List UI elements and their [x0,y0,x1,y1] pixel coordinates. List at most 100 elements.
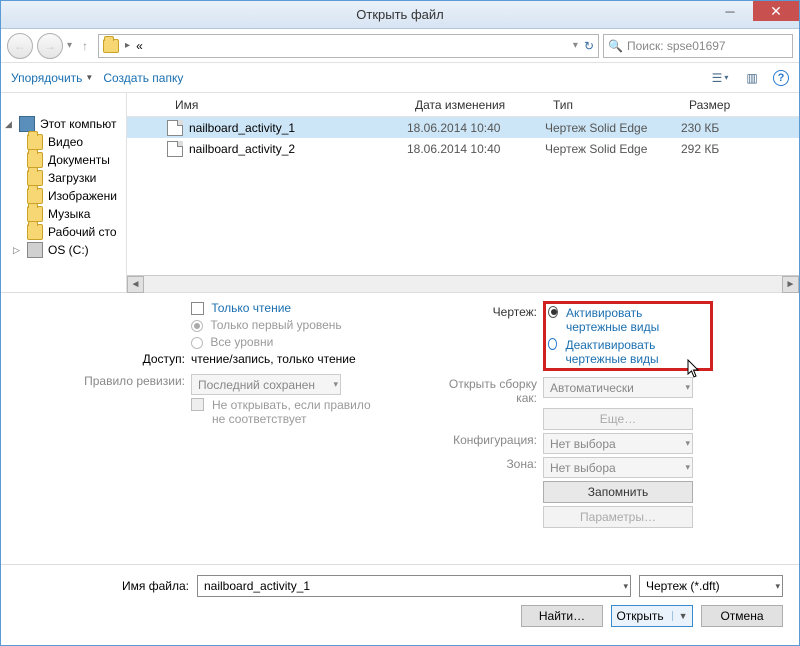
all-levels-label: Все уровни [210,335,273,349]
folder-icon [27,188,43,204]
file-size: 292 КБ [681,142,781,156]
config-value: Нет выбора [550,437,616,451]
caret-icon[interactable]: ◢ [5,119,14,130]
path-box[interactable]: ▸ « ▾ ↻ [98,34,599,58]
chevron-down-icon[interactable]: ▾ [775,581,780,592]
chevron-down-icon: ▾ [685,382,690,393]
search-input[interactable]: 🔍 Поиск: spse01697 [603,34,793,58]
file-row[interactable]: nailboard_activity_1 18.06.2014 10:40 Че… [127,117,799,138]
up-button[interactable]: ↑ [76,39,94,53]
zone-label: Зона: [431,457,543,471]
activate-views-label[interactable]: Активировать чертежные виды [566,306,704,334]
filename-input[interactable]: nailboard_activity_1 ▾ [197,575,631,597]
file-date: 18.06.2014 10:40 [407,121,545,135]
path-crumb[interactable]: « [136,39,143,53]
path-dropdown-icon[interactable]: ▾ [573,40,578,51]
dft-icon [167,141,183,157]
dont-open-checkbox [191,398,204,411]
horizontal-scrollbar[interactable]: ◄ ► [127,275,799,292]
window-title: Открыть файл [356,7,443,22]
open-split-icon[interactable]: ▼ [672,611,688,621]
file-type: Чертеж Solid Edge [545,121,681,135]
readonly-checkbox[interactable] [191,302,204,315]
revision-combo: Последний сохранен ▾ [191,374,341,395]
tree-item[interactable]: Рабочий сто [48,225,117,239]
drawing-label: Чертеж: [431,301,543,371]
file-size: 230 КБ [681,121,781,135]
chevron-down-icon: ▼ [85,73,93,82]
col-type[interactable]: Тип [545,98,681,112]
column-headers[interactable]: Имя Дата изменения Тип Размер [127,93,799,117]
navigation-bar: ← → ▾ ↑ ▸ « ▾ ↻ 🔍 Поиск: spse01697 [1,29,799,63]
chevron-down-icon: ▾ [685,438,690,449]
history-dropdown[interactable]: ▾ [67,40,72,51]
zone-value: Нет выбора [550,461,616,475]
scroll-left-icon[interactable]: ◄ [127,276,144,293]
dont-open-label: Не открывать, если правило не соответств… [212,398,372,426]
deactivate-views-radio[interactable] [548,338,557,350]
filetype-combo[interactable]: Чертеж (*.dft) ▾ [639,575,783,597]
revision-label: Правило ревизии: [11,374,191,388]
folder-icon [27,152,43,168]
open-asm-label: Открыть сборку как: [431,377,543,405]
zone-combo: Нет выбора ▾ [543,457,693,478]
chevron-down-icon[interactable]: ▾ [623,581,628,592]
minimize-button[interactable]: ─ [707,1,753,21]
all-levels-radio [191,337,203,349]
access-value: чтение/запись, только чтение [191,352,421,366]
open-button[interactable]: Открыть ▼ [611,605,693,627]
caret-icon[interactable]: ▷ [13,245,22,256]
pc-icon [19,116,35,132]
access-label: Доступ: [11,352,191,366]
folder-tree[interactable]: ◢ Этот компьют Видео Документы Загрузки … [1,93,127,292]
config-combo: Нет выбора ▾ [543,433,693,454]
help-button[interactable]: ? [773,70,789,86]
preview-pane-button[interactable]: ▥ [741,67,763,89]
open-asm-combo: Автоматически ▾ [543,377,693,398]
search-icon: 🔍 [608,39,623,53]
file-name: nailboard_activity_2 [189,142,295,156]
tree-root[interactable]: Этот компьют [40,117,117,131]
folder-icon [27,134,43,150]
view-mode-button[interactable]: ☰▾ [709,67,731,89]
file-row[interactable]: nailboard_activity_2 18.06.2014 10:40 Че… [127,138,799,159]
toolbar: Упорядочить ▼ Создать папку ☰▾ ▥ ? [1,63,799,93]
dialog-footer: Имя файла: nailboard_activity_1 ▾ Чертеж… [1,564,799,645]
activate-views-radio[interactable] [548,306,558,318]
folder-icon [103,39,119,53]
folder-icon [27,170,43,186]
col-size[interactable]: Размер [681,98,781,112]
search-placeholder: Поиск: spse01697 [627,39,726,53]
readonly-label[interactable]: Только чтение [211,301,291,315]
find-button[interactable]: Найти… [521,605,603,627]
file-date: 18.06.2014 10:40 [407,142,545,156]
new-folder-button[interactable]: Создать папку [103,71,183,85]
tree-item[interactable]: Загрузки [48,171,96,185]
folder-icon [27,206,43,222]
tree-item[interactable]: Музыка [48,207,90,221]
close-button[interactable]: ✕ [753,1,799,21]
open-asm-value: Автоматически [550,381,634,395]
tree-item[interactable]: Документы [48,153,110,167]
file-type: Чертеж Solid Edge [545,142,681,156]
file-list[interactable]: Имя Дата изменения Тип Размер nailboard_… [127,93,799,292]
chevron-down-icon: ▾ [333,379,338,390]
back-button[interactable]: ← [7,33,33,59]
refresh-button[interactable]: ↻ [584,39,594,53]
deactivate-views-label[interactable]: Деактивировать чертежные виды [565,338,704,366]
params-button: Параметры… [543,506,693,528]
remember-button[interactable]: Запомнить [543,481,693,503]
forward-button[interactable]: → [37,33,63,59]
tree-item[interactable]: Изображени [48,189,117,203]
filename-value: nailboard_activity_1 [204,579,310,593]
tree-item[interactable]: Видео [48,135,83,149]
scroll-right-icon[interactable]: ► [782,276,799,293]
cancel-button[interactable]: Отмена [701,605,783,627]
col-date[interactable]: Дата изменения [407,98,545,112]
col-name[interactable]: Имя [127,98,407,112]
organize-menu[interactable]: Упорядочить ▼ [11,71,93,85]
options-panel: Только чтение Только первый уровень Все … [1,293,799,564]
revision-value: Последний сохранен [198,378,315,392]
filetype-value: Чертеж (*.dft) [646,579,720,593]
tree-item[interactable]: OS (C:) [48,243,89,257]
